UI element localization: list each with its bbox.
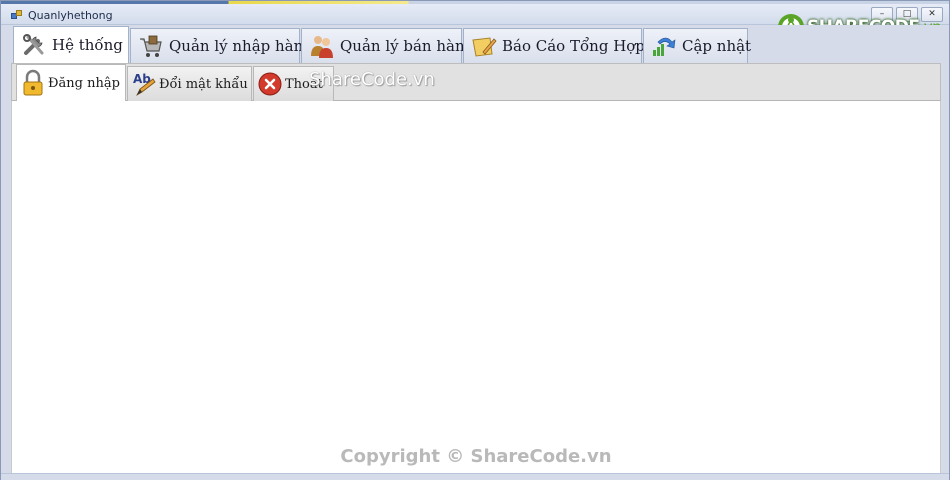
tab-label: Cập nhật xyxy=(682,37,752,55)
subtab-label: Đổi mật khẩu xyxy=(159,76,248,92)
tab-quan-ly-nhap-hang[interactable]: Quản lý nhập hàng xyxy=(130,28,313,63)
subtab-dang-nhap[interactable]: Đăng nhập xyxy=(16,64,126,101)
app-window: Quanlyhethong – □ ✕ SHARECODE.vn Hệ thốn… xyxy=(0,0,950,480)
people-icon xyxy=(311,36,333,58)
padlock-icon xyxy=(23,69,43,96)
tab-label: Hệ thống xyxy=(52,36,123,54)
ab-pencil-icon: Ab xyxy=(133,72,156,97)
bottom-border xyxy=(1,473,949,480)
update-chart-icon xyxy=(653,37,676,56)
copyright-watermark: Copyright © ShareCode.vn xyxy=(340,446,612,467)
tab-cap-nhat[interactable]: Cập nhật xyxy=(643,28,752,63)
sub-tab-strip: Đăng nhập Ab Đổi mật khẩu Thoát xyxy=(11,63,941,101)
report-icon xyxy=(472,37,497,57)
tools-icon xyxy=(23,34,44,55)
watermark: ShareCode.vn xyxy=(309,69,435,90)
tab-he-thong[interactable]: Hệ thống xyxy=(13,26,129,63)
main-menu-tabs: Hệ thống Quản lý nhập hàng Quản lý bán h… xyxy=(1,25,949,63)
tab-label: Quản lý bán hàng xyxy=(340,37,475,55)
red-x-icon xyxy=(258,72,282,96)
tab-label: Quản lý nhập hàng xyxy=(169,37,313,55)
tab-label: Báo Cáo Tổng Hợp xyxy=(502,37,645,55)
top-strip xyxy=(1,1,949,4)
tab-bao-cao-tong-hop[interactable]: Báo Cáo Tổng Hợp xyxy=(463,28,645,63)
window-title: Quanlyhethong xyxy=(28,9,113,22)
subtab-doi-mat-khau[interactable]: Ab Đổi mật khẩu xyxy=(127,66,252,101)
tab-quan-ly-ban-hang[interactable]: Quản lý bán hàng xyxy=(301,28,474,63)
content-area xyxy=(11,101,941,473)
cart-icon xyxy=(140,35,162,57)
subtab-label: Đăng nhập xyxy=(48,75,120,91)
app-icon xyxy=(11,10,23,21)
